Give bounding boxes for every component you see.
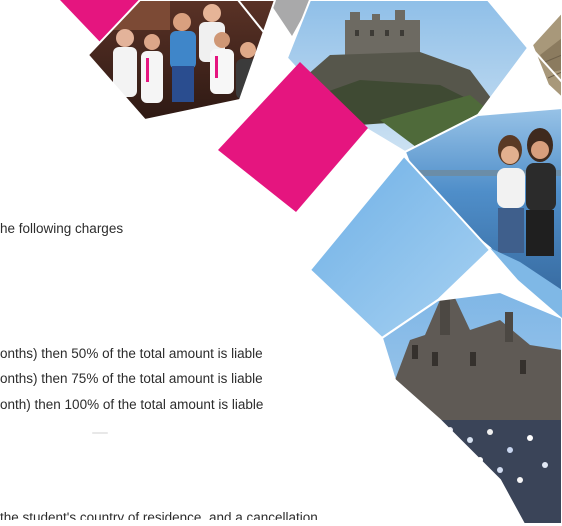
- photo-collage: [60, 0, 562, 524]
- parliament-crowd-photo: [382, 292, 562, 524]
